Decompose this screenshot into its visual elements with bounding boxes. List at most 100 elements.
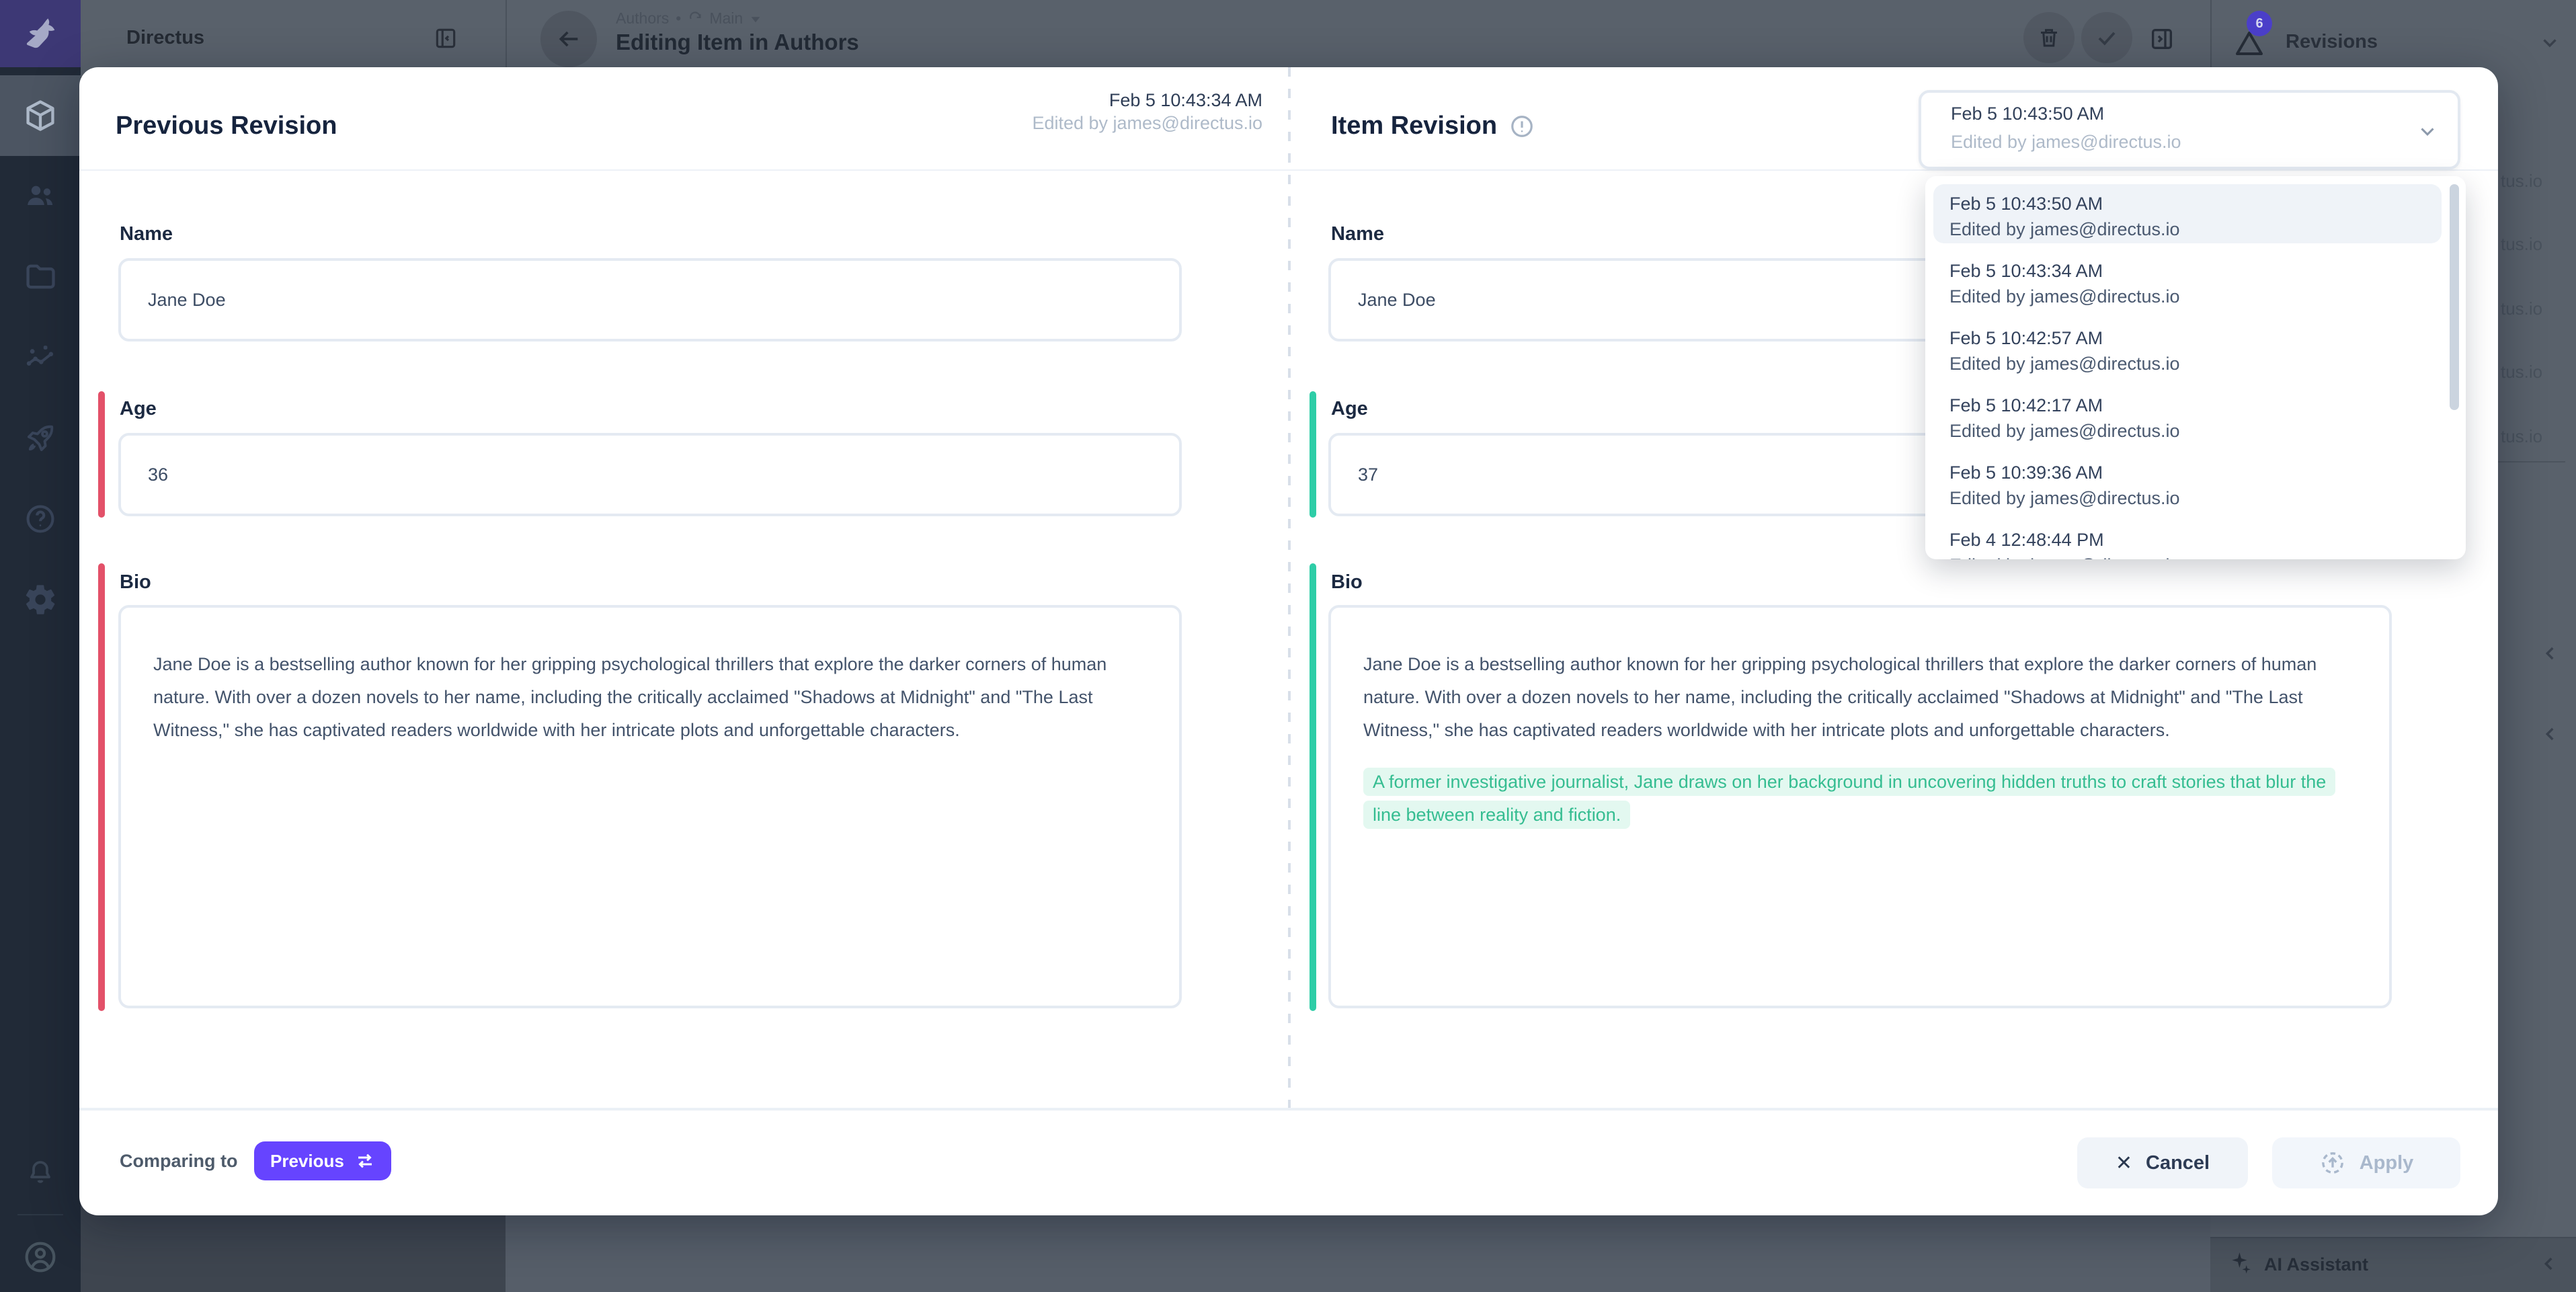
swap-icon: [355, 1151, 375, 1171]
version-icon: [688, 11, 702, 26]
revision-option-time: Feb 5 10:43:34 AM: [1949, 258, 2425, 284]
ai-sparkle-icon: [2228, 1250, 2253, 1276]
revision-option[interactable]: Feb 5 10:43:34 AM Edited by james@direct…: [1933, 251, 2442, 311]
account-avatar-icon[interactable]: [22, 1238, 59, 1276]
nav-divider: [506, 0, 507, 77]
breadcrumb-version: Main: [709, 9, 743, 28]
apply-button[interactable]: Apply: [2272, 1137, 2460, 1188]
expand-panel-chevron-icon[interactable]: [2540, 723, 2561, 745]
save-item-button[interactable]: [2081, 12, 2132, 63]
bio-field-previous[interactable]: Jane Doe is a bestselling author known f…: [118, 605, 1182, 1008]
trash-icon: [2037, 26, 2061, 50]
revision-option[interactable]: Feb 5 10:39:36 AM Edited by james@direct…: [1933, 453, 2442, 512]
clipped-revision-entry: tus.io: [2501, 171, 2565, 192]
clipped-revision-entry: tus.io: [2501, 362, 2565, 382]
revision-option-time: Feb 4 12:48:44 PM: [1949, 527, 2425, 553]
sidebar-section-divider: [2498, 461, 2565, 462]
age-field-previous[interactable]: 36: [118, 433, 1182, 516]
clipped-revision-entry: tus.io: [2501, 234, 2565, 255]
module-marketplace[interactable]: [0, 398, 81, 479]
previous-revision-timestamp: Feb 5 10:43:34 AM: [805, 89, 1262, 112]
notifications-bell-icon[interactable]: [24, 1158, 56, 1190]
revision-option-by: Edited by james@directus.io: [1949, 485, 2425, 511]
rocket-icon: [23, 421, 58, 456]
close-icon: ✕: [2116, 1152, 2132, 1175]
page-title: Editing Item in Authors: [616, 30, 859, 55]
added-text-highlight: A former investigative journalist, Jane …: [1363, 768, 2335, 829]
revision-option-time: Feb 5 10:42:57 AM: [1949, 325, 2425, 351]
back-button[interactable]: [540, 11, 597, 67]
comparing-to-label: Comparing to: [120, 1151, 238, 1172]
settings-gear-icon: [23, 582, 58, 617]
check-icon: [2094, 25, 2120, 50]
revisions-count-badge: 6: [2247, 11, 2272, 36]
insights-icon: [23, 340, 58, 375]
ai-assistant-label: AI Assistant: [2264, 1254, 2368, 1275]
revision-dropdown-menu: Feb 5 10:43:50 AM Edited by james@direct…: [1925, 176, 2466, 559]
project-name: Directus: [126, 27, 204, 49]
previous-revision-title: Previous Revision: [116, 112, 337, 140]
change-indicator-removed: [98, 563, 105, 1011]
cancel-button[interactable]: ✕ Cancel: [2077, 1137, 2248, 1188]
name-field-previous[interactable]: Jane Doe: [118, 258, 1182, 341]
expand-panel-chevron-icon[interactable]: [2540, 643, 2561, 664]
revision-selector[interactable]: Feb 5 10:43:50 AM Edited by james@direct…: [1919, 90, 2460, 169]
field-label-bio: Bio: [1331, 571, 1363, 594]
info-icon[interactable]: [1509, 114, 1535, 139]
directus-logo[interactable]: [0, 0, 81, 67]
back-arrow-icon: [555, 26, 582, 52]
apply-commit-icon: [2319, 1149, 2346, 1176]
module-file-library[interactable]: [0, 237, 81, 317]
revisions-panel-title[interactable]: Revisions: [2286, 31, 2378, 53]
bio-added-paragraph: A former investigative journalist, Jane …: [1363, 766, 2354, 832]
module-help[interactable]: [0, 479, 81, 559]
field-label-bio: Bio: [120, 571, 151, 594]
footer-divider: [79, 1108, 2498, 1111]
revision-option[interactable]: Feb 5 10:42:17 AM Edited by james@direct…: [1933, 386, 2442, 445]
scrollbar-thumb[interactable]: [2450, 184, 2459, 410]
module-insights[interactable]: [0, 317, 81, 398]
file-library-icon: [23, 259, 58, 294]
revision-option-time: Feb 5 10:42:17 AM: [1949, 393, 2425, 418]
ai-chevron-left-icon[interactable]: [2538, 1253, 2560, 1275]
revision-option[interactable]: Feb 5 10:43:50 AM Edited by james@direct…: [1933, 184, 2442, 243]
compare-target-label: Previous: [270, 1151, 344, 1172]
delete-item-button[interactable]: [2023, 12, 2075, 63]
content-module-icon: [23, 98, 58, 133]
previous-revision-edited-by: Edited by james@directus.io: [805, 112, 1262, 134]
revision-option-by: Edited by james@directus.io: [1949, 351, 2425, 376]
bio-field-revision[interactable]: Jane Doe is a bestselling author known f…: [1328, 605, 2392, 1008]
toggle-sidebar-icon[interactable]: [2148, 26, 2175, 52]
revision-option[interactable]: Feb 4 12:48:44 PM Edited by james@direct…: [1933, 520, 2442, 559]
caret-down-icon: [750, 13, 762, 25]
field-label-age: Age: [120, 398, 157, 420]
module-bar-divider: [17, 1214, 63, 1215]
field-label-name: Name: [1331, 223, 1384, 245]
sidebar-chevron-down-icon[interactable]: [2538, 31, 2561, 54]
item-revision-title: Item Revision: [1331, 112, 1497, 140]
revision-selector-value: Feb 5 10:43:50 AM: [1951, 104, 2104, 124]
breadcrumb-separator: •: [676, 9, 681, 28]
previous-revision-meta: Feb 5 10:43:34 AM Edited by james@direct…: [805, 89, 1262, 134]
breadcrumb[interactable]: Authors • Main: [616, 9, 762, 28]
module-user-directory[interactable]: [0, 156, 81, 237]
revision-option[interactable]: Feb 5 10:42:57 AM Edited by james@direct…: [1933, 319, 2442, 378]
module-content[interactable]: [0, 75, 81, 156]
app-viewport: Directus Authors • Main Editing Item in …: [0, 0, 2576, 1292]
help-icon: [23, 501, 58, 536]
change-indicator-added: [1310, 563, 1316, 1011]
revision-compare-drawer: Previous Revision Feb 5 10:43:34 AM Edit…: [79, 67, 2498, 1215]
collapse-sidebar-icon[interactable]: [433, 26, 458, 51]
clipped-revision-entry: tus.io: [2501, 298, 2565, 319]
revision-option-by: Edited by james@directus.io: [1949, 216, 2425, 242]
user-directory-icon: [23, 179, 58, 214]
field-label-name: Name: [120, 223, 173, 245]
chevron-down-icon: [2416, 120, 2439, 143]
revision-option-time: Feb 5 10:43:50 AM: [1949, 191, 2425, 216]
change-indicator-added: [1310, 391, 1316, 518]
clipped-revision-entry: tus.io: [2501, 426, 2565, 447]
bio-text-previous: Jane Doe is a bestselling author known f…: [153, 654, 1106, 740]
module-settings[interactable]: [0, 559, 81, 640]
compare-target-button[interactable]: Previous: [254, 1141, 391, 1180]
change-indicator-removed: [98, 391, 105, 518]
